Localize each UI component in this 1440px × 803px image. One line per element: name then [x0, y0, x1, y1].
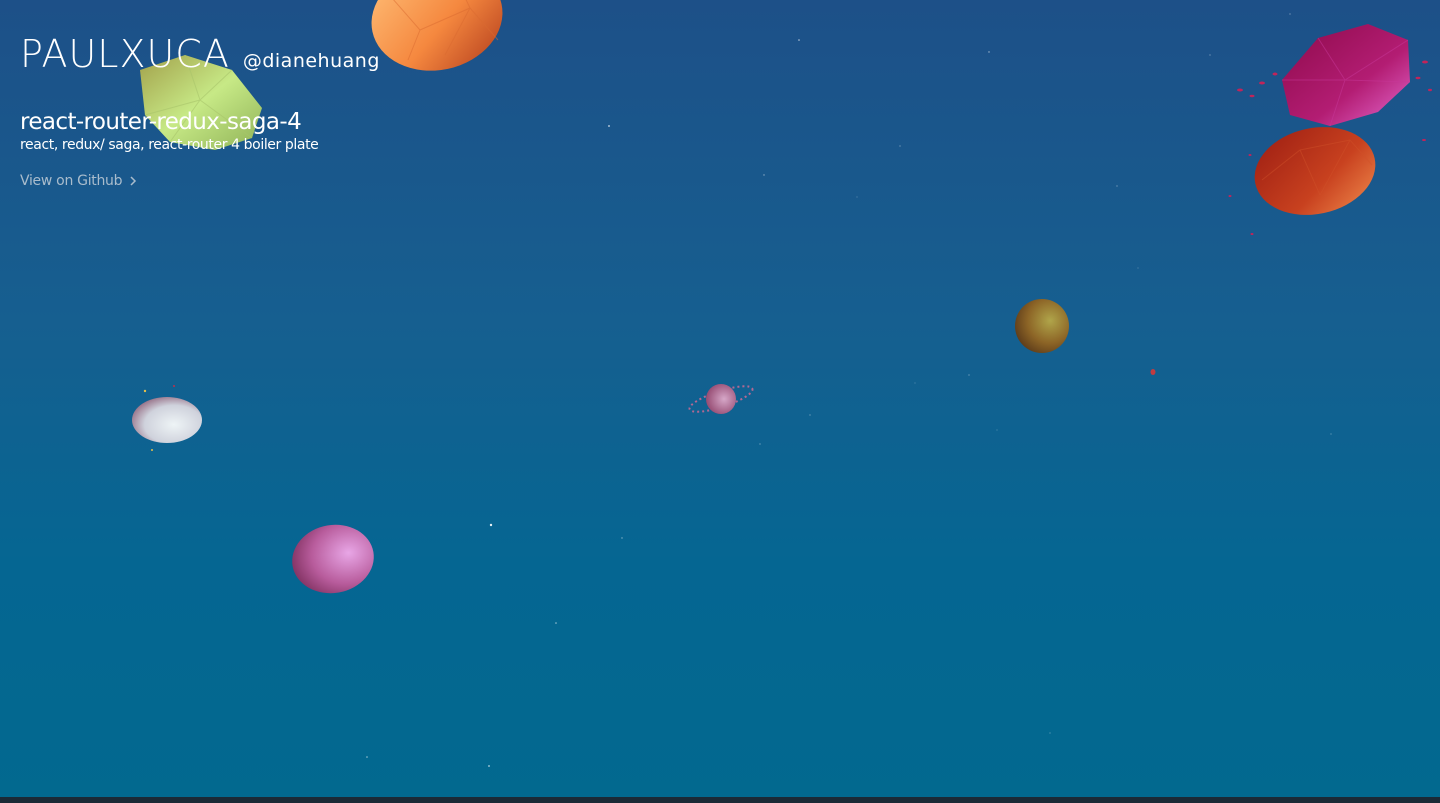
chevron-right-icon — [130, 176, 137, 186]
site-logo[interactable]: PAULXUCA — [20, 34, 230, 74]
project-description: react, redux/ saga, react-router 4 boile… — [20, 137, 319, 153]
project-overlay: PAULXUCA @dianehuang react-router-redux-… — [20, 34, 380, 189]
red-debris — [1150, 369, 1156, 375]
bronze-planet — [1015, 299, 1069, 353]
star-field — [366, 13, 1332, 767]
author-handle[interactable]: @dianehuang — [243, 50, 380, 72]
orange-planet — [371, 0, 503, 71]
brand-row: PAULXUCA @dianehuang — [20, 34, 380, 74]
pale-planet — [132, 385, 202, 451]
bottom-strip — [0, 797, 1440, 803]
ringed-planet — [688, 384, 754, 414]
pink-planet — [292, 524, 374, 594]
view-on-github-link[interactable]: View on Github — [20, 173, 380, 189]
project-title: react-router-redux-saga-4 — [20, 109, 302, 135]
github-link-label: View on Github — [20, 173, 123, 189]
red-planet — [1254, 127, 1376, 215]
